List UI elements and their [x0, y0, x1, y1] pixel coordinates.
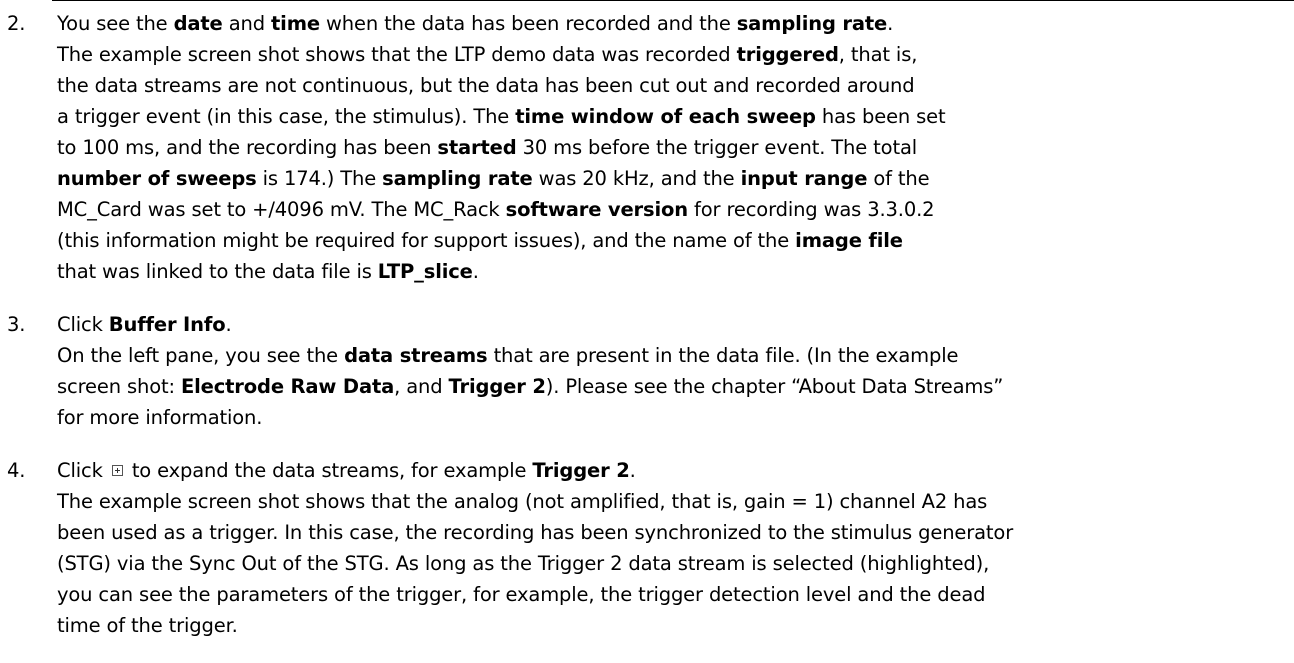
- text-run: that are present in the data file. (In t…: [487, 344, 959, 367]
- text-line: you can see the parameters of the trigge…: [57, 579, 1287, 610]
- text-line: a trigger event (in this case, the stimu…: [57, 101, 1287, 132]
- text-run: the data streams are not continuous, but…: [57, 74, 915, 97]
- text-run: was 20 kHz, and the: [532, 167, 741, 190]
- bold-term: input range: [740, 167, 868, 190]
- bold-term: software version: [505, 198, 688, 221]
- text-run: .: [225, 313, 232, 336]
- text-run: MC_Card was set to +/4096 mV. The MC_Rac…: [57, 198, 506, 221]
- text-run: to expand the data streams, for example: [125, 459, 533, 482]
- text-run: , that is,: [838, 43, 918, 66]
- text-run: , and: [394, 375, 449, 398]
- text-line: the data streams are not continuous, but…: [57, 70, 1287, 101]
- text-line: for more information.: [57, 402, 1287, 433]
- text-run: is 174.) The: [256, 167, 383, 190]
- list-item-text: Click Buffer Info. On the left pane, you …: [57, 309, 1287, 433]
- text-line: time of the trigger.: [57, 610, 1287, 641]
- text-run: has been set: [815, 105, 946, 128]
- list-item-text: Click to expand the data streams, for ex…: [57, 455, 1287, 641]
- text-line: (STG) via the Sync Out of the STG. As lo…: [57, 548, 1287, 579]
- bold-term: time: [270, 12, 320, 35]
- list-number: 3.: [7, 313, 26, 336]
- text-line: number of sweeps is 174.) The sampling r…: [57, 163, 1287, 194]
- text-line: to 100 ms, and the recording has been st…: [57, 132, 1287, 163]
- text-run: ). Please see the chapter “About Data St…: [545, 375, 1004, 398]
- list-item-text: You see the date and time when the data …: [57, 8, 1287, 287]
- text-run: The example screen shot shows that the L…: [57, 43, 737, 66]
- text-run: and: [222, 12, 271, 35]
- bold-term: Trigger 2: [532, 459, 630, 482]
- text-run: for more information.: [57, 406, 263, 429]
- text-run: The example screen shot shows that the a…: [57, 490, 988, 513]
- text-run: On the left pane, you see the: [57, 344, 345, 367]
- numbered-instructions: 2. You see the date and time when the da…: [0, 8, 1294, 641]
- text-run: of the: [867, 167, 930, 190]
- text-run: when the data has been recorded and the: [319, 12, 737, 35]
- bold-term: number of sweeps: [57, 167, 257, 190]
- list-item-2: 2. You see the date and time when the da…: [0, 8, 1294, 287]
- text-run: to 100 ms, and the recording has been: [57, 136, 438, 159]
- text-run: 30 ms before the trigger event. The tota…: [516, 136, 918, 159]
- text-line: The example screen shot shows that the a…: [57, 486, 1287, 517]
- bold-term: triggered: [736, 43, 839, 66]
- text-line: (this information might be required for …: [57, 225, 1287, 256]
- expand-plus-icon: [111, 465, 123, 476]
- bold-term: time window of each sweep: [515, 105, 816, 128]
- text-line: Click Buffer Info.: [57, 309, 1287, 340]
- text-line: The example screen shot shows that the L…: [57, 39, 1287, 70]
- text-run: .: [472, 260, 479, 283]
- list-number: 4.: [7, 459, 26, 482]
- text-line: been used as a trigger. In this case, th…: [57, 517, 1287, 548]
- text-line: On the left pane, you see the data strea…: [57, 340, 1287, 371]
- bold-term: LTP_slice: [377, 260, 473, 283]
- top-rule: [52, 0, 1294, 1]
- text-run: screen shot:: [57, 375, 181, 398]
- text-run: a trigger event (in this case, the stimu…: [57, 105, 516, 128]
- list-number: 2.: [7, 12, 26, 35]
- text-run: Click: [57, 459, 109, 482]
- bold-term: started: [437, 136, 517, 159]
- text-run: .: [887, 12, 894, 35]
- text-run: that was linked to the data file is: [57, 260, 378, 283]
- text-run: Click: [57, 313, 109, 336]
- bold-term: date: [173, 12, 223, 35]
- bold-term: Buffer Info: [108, 313, 226, 336]
- text-run: You see the: [57, 12, 174, 35]
- text-line: You see the date and time when the data …: [57, 8, 1287, 39]
- list-item-4: 4. Click to expand the data streams, for…: [0, 455, 1294, 641]
- bold-term: sampling rate: [736, 12, 888, 35]
- bold-term: Trigger 2: [448, 375, 546, 398]
- text-line: screen shot: Electrode Raw Data, and Tri…: [57, 371, 1287, 402]
- bold-term: Electrode Raw Data: [180, 375, 395, 398]
- text-run: been used as a trigger. In this case, th…: [57, 521, 1014, 544]
- text-line: that was linked to the data file is LTP_…: [57, 256, 1287, 287]
- bold-term: data streams: [344, 344, 488, 367]
- text-run: time of the trigger.: [57, 614, 238, 637]
- text-run: (this information might be required for …: [57, 229, 796, 252]
- text-run: .: [629, 459, 636, 482]
- text-run: you can see the parameters of the trigge…: [57, 583, 986, 606]
- text-run: (STG) via the Sync Out of the STG. As lo…: [57, 552, 990, 575]
- text-run: for recording was 3.3.0.2: [687, 198, 935, 221]
- text-line: MC_Card was set to +/4096 mV. The MC_Rac…: [57, 194, 1287, 225]
- bold-term: sampling rate: [382, 167, 533, 190]
- text-line: Click to expand the data streams, for ex…: [57, 455, 1287, 486]
- bold-term: image file: [795, 229, 903, 252]
- list-item-3: 3. Click Buffer Info. On the left pane, y…: [0, 309, 1294, 433]
